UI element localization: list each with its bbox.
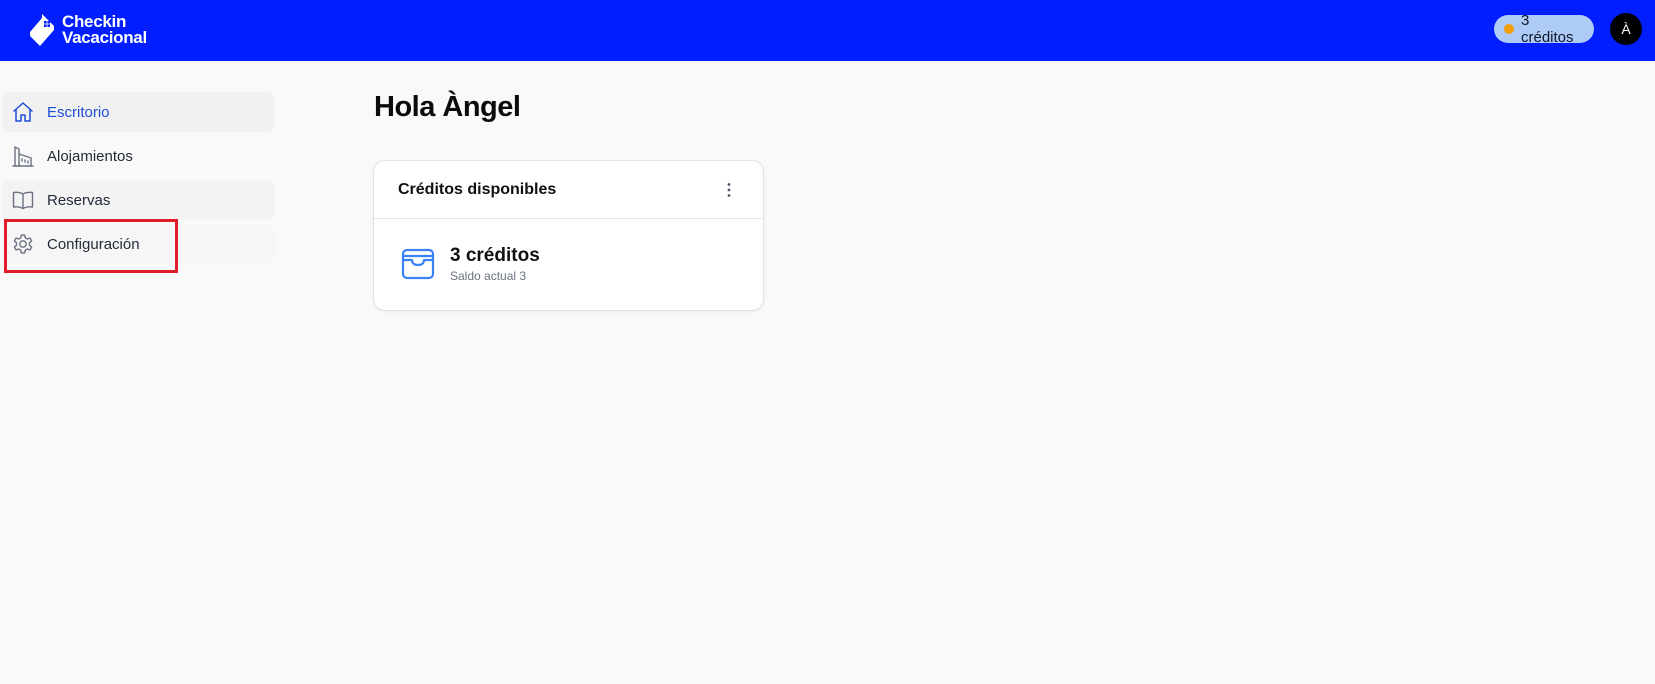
home-logo-link[interactable]: Checkin Vacacional [28,11,147,49]
top-navigation-bar: Checkin Vacacional 3 créditos À [0,0,1655,61]
avatar-initial: À [1621,21,1631,37]
sidebar-item-label: Alojamientos [47,147,133,165]
card-header: Créditos disponibles [374,161,763,219]
logo-wordmark: Checkin Vacacional [62,13,147,47]
sidebar-item-configuracion[interactable]: Configuración [2,224,275,264]
credits-badge[interactable]: 3 créditos [1494,12,1594,46]
kebab-menu-icon[interactable] [719,180,739,200]
credits-card: Créditos disponibles 3 créditos Saldo ac… [373,160,764,311]
page-title: Hola Àngel [374,91,521,123]
card-title: Créditos disponibles [398,180,557,198]
sidebar-item-escritorio[interactable]: Escritorio [2,92,275,132]
status-dot-icon [1504,24,1514,34]
user-avatar[interactable]: À [1610,13,1642,45]
book-icon [12,191,34,210]
sidebar-item-reservas[interactable]: Reservas [2,180,275,220]
sidebar-item-label: Reservas [47,191,111,209]
credits-amount: 3 créditos [450,245,540,266]
sidebar-item-alojamientos[interactable]: Alojamientos [2,136,275,176]
credits-badge-label: 3 créditos [1521,12,1574,46]
credits-balance-subtitle: Saldo actual 3 [450,269,527,283]
sidebar-item-label: Escritorio [47,103,110,121]
logo-line-2: Vacacional [62,28,147,47]
sidebar-navigation: Escritorio Alojamientos Reservas Configu… [2,92,275,268]
credits-amount-group: 3 créditos Saldo actual 3 [450,245,540,283]
house-tag-logo-icon [30,14,54,46]
wallet-icon [401,248,435,280]
gear-icon [13,234,33,254]
sidebar-item-label: Configuración [47,235,140,253]
home-icon [13,102,33,122]
card-body: 3 créditos Saldo actual 3 [374,219,763,283]
building-icon [12,146,34,167]
